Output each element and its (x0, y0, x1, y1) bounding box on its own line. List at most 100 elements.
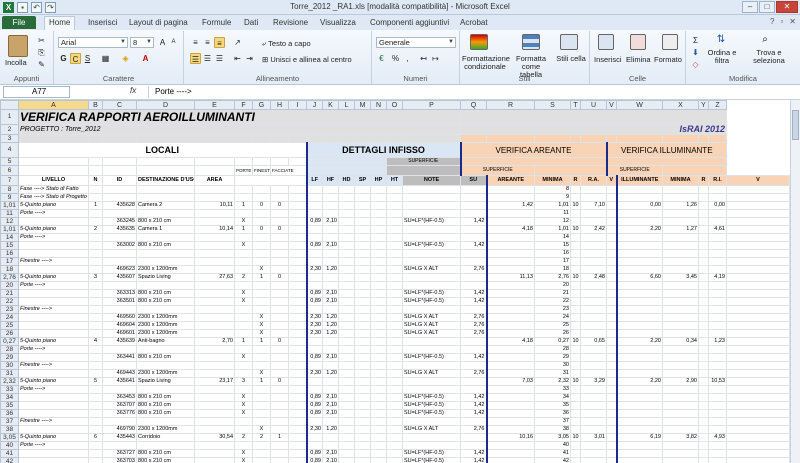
area-cell[interactable] (194, 353, 235, 362)
row-header[interactable]: 24 (0, 313, 19, 322)
areante-cell[interactable] (485, 297, 535, 306)
hf-cell[interactable]: 1,20 (322, 425, 339, 434)
r-cell[interactable] (570, 329, 581, 338)
hf-cell[interactable]: 2,10 (322, 353, 339, 362)
note-cell[interactable] (402, 385, 461, 394)
porte-cell[interactable] (234, 425, 253, 434)
id-header[interactable]: ID (102, 175, 137, 186)
n-cell[interactable] (88, 249, 103, 258)
areante-cell[interactable] (485, 209, 535, 218)
note-cell[interactable] (402, 201, 461, 210)
porte-cell[interactable] (234, 329, 253, 338)
destinazione-cell[interactable] (136, 417, 195, 426)
minima2-cell[interactable] (662, 265, 699, 274)
destinazione-cell[interactable]: 2300 x 1200mm (136, 313, 195, 322)
areante-cell[interactable]: 7,03 (485, 377, 535, 386)
cell[interactable] (288, 425, 307, 434)
cell[interactable] (354, 345, 371, 354)
livello-cell[interactable]: 5-Quinto piano (18, 225, 89, 234)
cell[interactable] (386, 449, 403, 458)
areante-cell[interactable] (485, 329, 535, 338)
close-workbook-icon[interactable]: ✕ (789, 17, 796, 26)
note-cell[interactable] (402, 361, 461, 370)
ra-cell[interactable] (580, 353, 607, 362)
hf-cell[interactable] (322, 185, 339, 194)
minima-cell[interactable]: 31 (534, 369, 571, 378)
v-cell[interactable] (606, 457, 617, 463)
v2-cell[interactable] (726, 409, 790, 418)
cell[interactable] (386, 281, 403, 290)
v-cell[interactable] (606, 337, 617, 346)
n-cell[interactable] (88, 425, 103, 434)
su-cell[interactable] (460, 441, 487, 450)
align-middle-icon[interactable]: ≡ (202, 37, 213, 48)
ri-cell[interactable] (708, 409, 727, 418)
finestre-cell[interactable] (252, 249, 271, 258)
porte-cell[interactable] (234, 313, 253, 322)
element-id-cell[interactable]: 363727 (102, 449, 137, 458)
v-cell[interactable] (606, 409, 617, 418)
su-cell[interactable]: 1,42 (460, 297, 487, 306)
areante-cell[interactable] (485, 193, 535, 202)
su-cell[interactable] (460, 185, 487, 194)
note-cell[interactable] (402, 225, 461, 234)
cell[interactable] (370, 409, 387, 418)
v-cell[interactable] (606, 345, 617, 354)
livello-cell[interactable] (18, 457, 89, 463)
finestre-cell[interactable] (252, 345, 271, 354)
cell[interactable] (370, 241, 387, 250)
ra-cell[interactable] (580, 369, 607, 378)
v2-cell[interactable] (726, 345, 790, 354)
areante-cell[interactable] (485, 409, 535, 418)
lf-cell[interactable]: 0,89 (305, 241, 323, 250)
row-header[interactable]: 14 (0, 233, 19, 242)
column-header[interactable]: D (136, 100, 195, 110)
v2-cell[interactable] (726, 441, 790, 450)
destinazione-cell[interactable]: 2300 x 1200mm (136, 425, 195, 434)
cell[interactable] (234, 157, 253, 166)
v2-cell[interactable] (726, 457, 790, 463)
facciate-cell[interactable] (270, 265, 289, 274)
finestre-cell[interactable] (252, 185, 271, 194)
areante-cell[interactable]: 4,18 (485, 337, 535, 346)
su-cell[interactable]: 1,42 (460, 401, 487, 410)
cell[interactable] (288, 281, 307, 290)
hf-cell[interactable]: 1,20 (322, 313, 339, 322)
porte-cell[interactable]: X (234, 297, 253, 306)
fx-icon[interactable]: fx (130, 86, 136, 95)
n-cell[interactable] (88, 281, 103, 290)
ra-cell[interactable] (580, 385, 607, 394)
area-cell[interactable]: 23,17 (194, 377, 235, 386)
ra-cell[interactable] (580, 185, 607, 194)
v2-cell[interactable] (726, 401, 790, 410)
column-header[interactable]: A (18, 100, 89, 110)
tab-visualizza[interactable]: Visualizza (320, 17, 356, 29)
facciate-cell[interactable]: 0 (270, 273, 289, 282)
cell[interactable] (354, 193, 371, 202)
cell[interactable] (338, 233, 355, 242)
su-cell[interactable] (460, 305, 487, 314)
porte-cell[interactable]: X (234, 409, 253, 418)
minima-cell[interactable]: 3,05 (534, 433, 571, 442)
cell[interactable] (338, 337, 355, 346)
illuminante-cell[interactable] (615, 281, 663, 290)
cell[interactable] (370, 377, 387, 386)
n-cell[interactable] (88, 185, 103, 194)
porte-cell[interactable]: X (234, 401, 253, 410)
destinazione-cell[interactable] (136, 385, 195, 394)
ri-cell[interactable] (708, 297, 727, 306)
destinazione-cell[interactable] (136, 257, 195, 266)
cell[interactable] (288, 209, 307, 218)
ri-cell[interactable] (708, 233, 727, 242)
cell[interactable] (18, 165, 89, 176)
align-left-icon[interactable]: ☰ (190, 53, 201, 64)
areante-cell[interactable] (485, 241, 535, 250)
minima2-cell[interactable]: 2,90 (662, 377, 699, 386)
cell[interactable] (338, 353, 355, 362)
finestre-cell[interactable]: X (252, 265, 271, 274)
porte-cell[interactable]: X (234, 449, 253, 458)
ra-cell[interactable] (580, 321, 607, 330)
cell[interactable] (288, 134, 307, 143)
livello-cell[interactable]: Finestre ----> (18, 417, 89, 426)
element-id-cell[interactable]: 469601 (102, 329, 137, 338)
